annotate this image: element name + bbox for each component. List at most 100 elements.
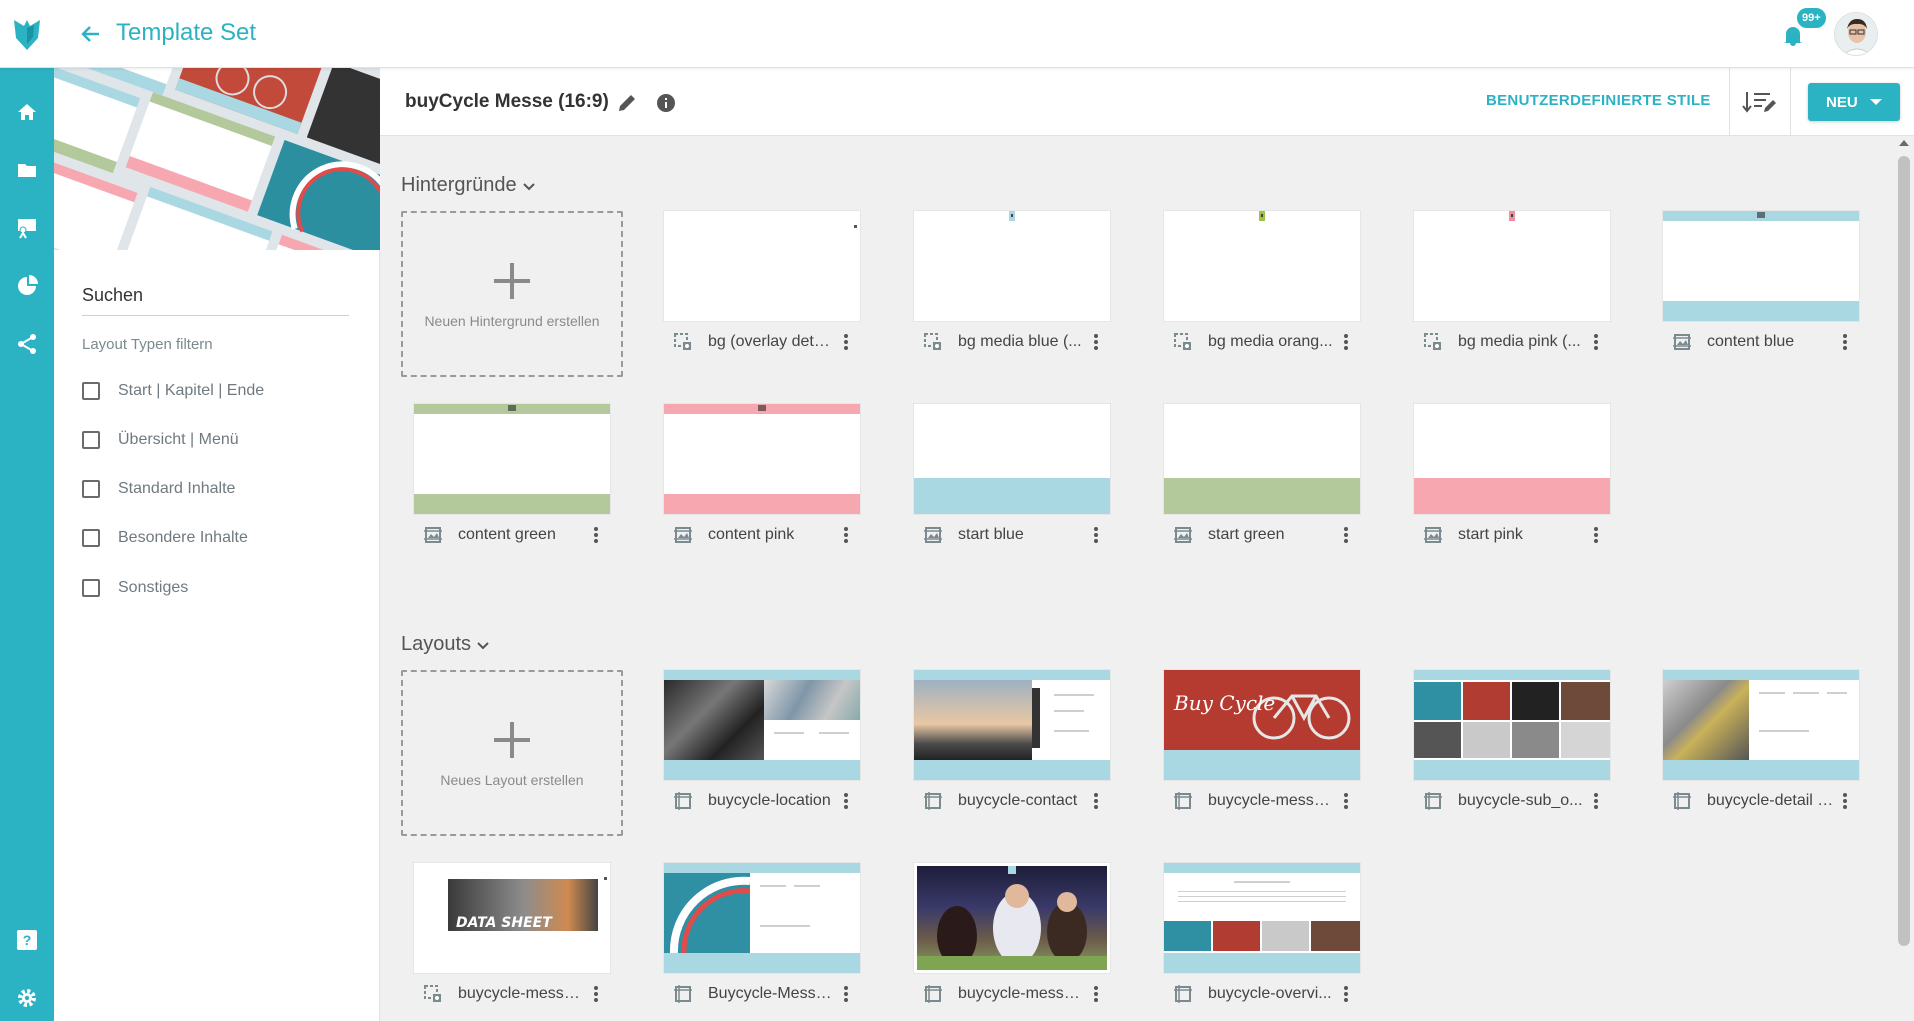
back-arrow-icon[interactable] [74,18,106,50]
background-thumbnail[interactable] [1164,211,1360,321]
background-thumbnail[interactable] [914,404,1110,514]
background-tile[interactable]: start blue [914,404,1110,574]
settings-gear-icon[interactable] [9,980,45,1016]
custom-styles-button[interactable]: BENUTZERDEFINIERTE STILE [1486,92,1711,109]
background-media-icon [674,333,691,350]
more-vert-icon[interactable] [1340,790,1352,812]
checkbox[interactable] [82,529,100,547]
layout-thumbnail[interactable]: Buy Cycle [1164,670,1360,780]
background-thumbnail[interactable] [1164,404,1360,514]
more-vert-icon[interactable] [1839,790,1851,812]
layout-tile[interactable]: buycycle-sub_o... [1414,670,1610,840]
background-tile[interactable]: bg media blue (... [914,211,1110,381]
backgrounds-section-toggle[interactable]: Hintergründe [401,174,535,197]
info-icon[interactable] [653,90,679,116]
background-tile[interactable]: start green [1164,404,1360,574]
tile-name: buycycle-detail (... [1707,792,1835,809]
layout-tile[interactable]: buycycle-location [664,670,860,840]
more-vert-icon[interactable] [840,790,852,812]
layout-tile[interactable]: buycycle-overvi... [1164,863,1360,1021]
section-title: Hintergründe [401,174,517,196]
layout-tile[interactable]: buycycle-contact [914,670,1110,840]
tile-name: buycycle-contact [958,792,1078,809]
background-thumbnail[interactable] [664,211,860,321]
home-icon[interactable] [9,94,45,130]
background-tile[interactable]: bg (overlay deta... [664,211,860,381]
background-thumbnail[interactable] [1414,404,1610,514]
filter-option-special[interactable]: Besondere Inhalte [82,527,248,549]
checkbox[interactable] [82,480,100,498]
presentation-icon[interactable] [9,210,45,246]
layout-thumbnail[interactable] [664,670,860,780]
background-thumbnail[interactable] [1414,211,1610,321]
more-vert-icon[interactable] [1340,983,1352,1005]
background-tile[interactable]: bg media orang... [1164,211,1360,381]
checkbox[interactable] [82,382,100,400]
checkbox[interactable] [82,431,100,449]
layouts-section-toggle[interactable]: Layouts [401,633,489,656]
filter-option-standard[interactable]: Standard Inhalte [82,478,235,500]
filter-panel: Layout Typen filtern Start | Kapitel | E… [54,68,380,1021]
layout-tile[interactable]: Buycycle-Messe... [664,863,860,1021]
filter-option-start[interactable]: Start | Kapitel | Ende [82,380,264,402]
share-icon[interactable] [9,326,45,362]
user-avatar[interactable] [1834,12,1878,56]
background-tile[interactable]: content green [414,404,610,574]
layout-tile[interactable]: buycycle-messe... [914,863,1110,1021]
top-bar: Template Set 99+ [0,0,1914,68]
create-layout-button[interactable]: Neues Layout erstellen [401,670,623,836]
more-vert-icon[interactable] [1340,331,1352,353]
analytics-icon[interactable] [9,268,45,304]
background-tile[interactable]: start pink [1414,404,1610,574]
layout-thumbnail[interactable] [914,670,1110,780]
pencil-icon[interactable] [614,90,640,116]
background-thumbnail[interactable] [1663,211,1859,321]
more-vert-icon[interactable] [1839,331,1851,353]
layout-thumbnail[interactable] [1414,670,1610,780]
background-tile[interactable]: content blue [1663,211,1859,381]
sort-icon[interactable] [1740,88,1780,116]
layout-tile[interactable]: Buy Cycle buycycle-messe... [1164,670,1360,840]
layout-thumbnail[interactable] [914,863,1110,973]
content-area: Hintergründe Neuen Hintergrund erstellen… [380,136,1894,1021]
more-vert-icon[interactable] [1340,524,1352,546]
background-tile[interactable]: content pink [664,404,860,574]
layout-thumbnail[interactable] [664,863,860,973]
background-thumbnail[interactable] [664,404,860,514]
help-icon[interactable]: ? [9,922,45,958]
background-tile[interactable]: bg media pink (... [1414,211,1610,381]
tile-name: start blue [958,526,1024,543]
filter-label: Layout Typen filtern [82,336,213,353]
layout-icon [674,792,692,810]
app-logo[interactable] [0,0,54,68]
layout-thumbnail[interactable]: DATA SHEET [414,863,610,973]
more-vert-icon[interactable] [1590,524,1602,546]
more-vert-icon[interactable] [1090,790,1102,812]
create-background-button[interactable]: Neuen Hintergrund erstellen [401,211,623,377]
scroll-up-icon[interactable] [1899,140,1909,146]
layout-thumbnail[interactable] [1663,670,1859,780]
filter-option-overview[interactable]: Übersicht | Menü [82,429,239,451]
checkbox[interactable] [82,579,100,597]
more-vert-icon[interactable] [590,524,602,546]
more-vert-icon[interactable] [840,983,852,1005]
layout-tile[interactable]: DATA SHEET buycycle-messe... [414,863,610,1021]
more-vert-icon[interactable] [590,983,602,1005]
more-vert-icon[interactable] [1090,331,1102,353]
scrollbar-thumb[interactable] [1898,156,1910,946]
layout-thumbnail[interactable] [1164,863,1360,973]
more-vert-icon[interactable] [1590,331,1602,353]
more-vert-icon[interactable] [1590,790,1602,812]
more-vert-icon[interactable] [840,524,852,546]
filter-option-other[interactable]: Sonstiges [82,577,188,599]
folder-icon[interactable] [9,152,45,188]
new-button[interactable]: NEU [1808,83,1900,121]
background-thumbnail[interactable] [914,211,1110,321]
layout-icon [1424,792,1442,810]
layout-tile[interactable]: buycycle-detail (... [1663,670,1859,840]
background-thumbnail[interactable] [414,404,610,514]
more-vert-icon[interactable] [1090,524,1102,546]
more-vert-icon[interactable] [1090,983,1102,1005]
search-input[interactable] [82,276,349,316]
more-vert-icon[interactable] [840,331,852,353]
